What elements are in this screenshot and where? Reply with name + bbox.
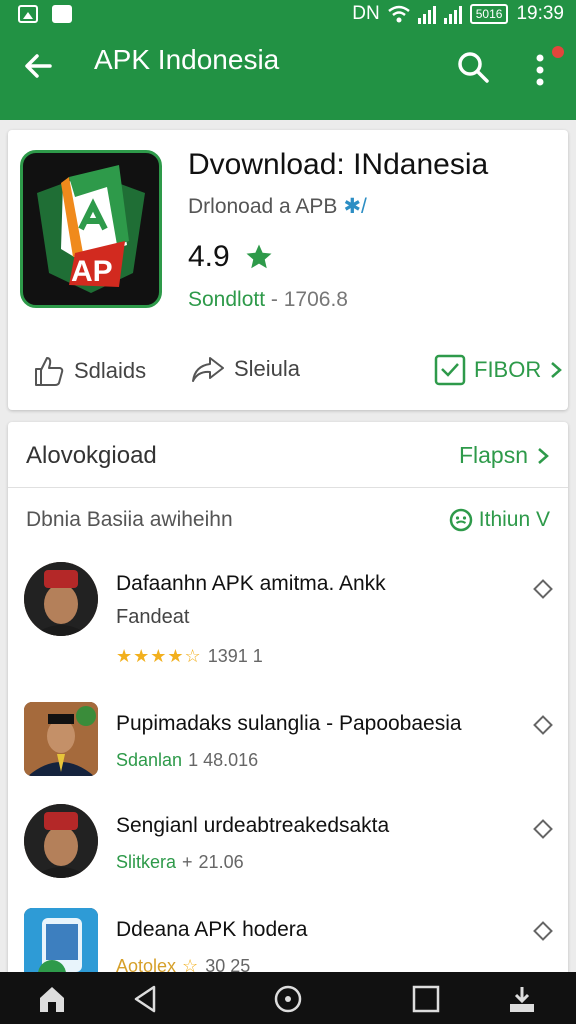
item-meta-plus: + [182, 852, 193, 872]
app-meta-value: - 1706.8 [265, 288, 348, 311]
app-rating: 4.9 [188, 240, 274, 274]
section-more-link[interactable]: Flapsn [459, 442, 550, 469]
wifi-icon [387, 5, 410, 23]
app-developer-suffix: ✱/ [343, 195, 367, 218]
navigation-bar [0, 972, 576, 1024]
back-arrow-icon[interactable] [20, 48, 56, 84]
avatar [24, 562, 98, 636]
app-logo[interactable]: AP [20, 150, 162, 308]
diamond-icon[interactable] [533, 579, 553, 599]
filter-label: Dbnia Basiia awiheihn [26, 508, 233, 531]
svg-text:AP: AP [71, 255, 113, 288]
item-meta-label: Slitkera [116, 852, 177, 872]
item-meta-value: 21.06 [198, 852, 244, 872]
follow-label: FIBOR [474, 357, 542, 382]
download-icon[interactable] [506, 984, 538, 1014]
share-button[interactable]: Sleiula [190, 354, 300, 384]
item-meta: Slitkera + 21.06 [116, 852, 244, 873]
notification-badge [552, 46, 564, 58]
status-bar: DN 5016 19:39 [0, 0, 576, 30]
checkbox-icon [434, 354, 466, 386]
like-label: Sdlaids [74, 358, 147, 383]
app-meta: Sondlott - 1706.8 [188, 288, 348, 312]
gallery-notification-icon [18, 5, 38, 23]
battery-indicator: 5016 [469, 4, 509, 24]
app-name: Dvownload: INdanesia [188, 148, 489, 181]
more-options-icon[interactable] [528, 50, 552, 90]
like-button[interactable]: Sdlaids [32, 354, 146, 388]
rating-value: 4.9 [188, 240, 230, 273]
filter-dropdown[interactable]: Ithiun V [449, 508, 550, 532]
back-triangle-icon[interactable] [130, 984, 162, 1014]
app-details-card: AP Dvownload: INdanesia Drlonoad a APB ✱/… [8, 130, 568, 410]
item-meta: Sdanlan 1 48.016 [116, 750, 258, 771]
item-title: Pupimadaks sulanglia - Papoobaesia [116, 712, 462, 735]
list-item[interactable]: Pupimadaks sulanglia - Papoobaesia Sdanl… [8, 702, 568, 812]
avatar [24, 702, 98, 776]
home-icon[interactable] [36, 984, 68, 1014]
item-title: Sengianl urdeabtreakedsakta [116, 814, 390, 837]
avatar [24, 804, 98, 878]
item-title: Dafaanhn APK amitma. Ankk [116, 572, 386, 595]
list-item[interactable]: Dafaanhn APK amitma. Ankk Fandeat ★★★★☆ … [8, 562, 568, 672]
item-meta: ★★★★☆ 1391 1 [116, 646, 263, 667]
diamond-icon[interactable] [533, 819, 553, 839]
app-developer-name: Drlonoad a APB [188, 195, 338, 218]
recents-square-icon[interactable] [410, 984, 442, 1014]
diamond-icon[interactable] [533, 715, 553, 735]
signal-icon [417, 4, 436, 24]
diamond-icon[interactable] [533, 921, 553, 941]
signal-2-icon [443, 4, 462, 24]
filter-value: Ithiun V [478, 508, 550, 531]
item-meta-label: Sdanlan [116, 750, 183, 770]
emoji-icon [449, 508, 473, 532]
status-time: 19:39 [516, 3, 564, 24]
star-icon [246, 244, 272, 269]
item-title: Ddeana APK hodera [116, 918, 308, 941]
section-more-label: Flapsn [458, 442, 528, 468]
app-developer[interactable]: Drlonoad a APB ✱/ [188, 194, 367, 219]
section-header: Alovokgioad Flapsn [8, 422, 568, 488]
page-title: APK Indonesia [94, 44, 280, 75]
list-item[interactable]: Ddeana APK hodera Aotolex ☆ 30 25 [8, 908, 568, 982]
thumbs-up-icon [35, 357, 64, 386]
avatar [24, 908, 98, 982]
chevron-right-icon [538, 447, 549, 464]
follow-button[interactable]: FIBOR [434, 354, 563, 386]
item-meta-value: 1391 1 [207, 646, 263, 666]
home-circle-icon[interactable] [272, 984, 304, 1014]
chevron-right-icon [551, 362, 563, 378]
share-icon [192, 357, 224, 382]
related-apps-card: Alovokgioad Flapsn Dbnia Basiia awiheihn… [8, 422, 568, 982]
message-notification-icon [52, 5, 72, 23]
star-rating: ★★★★☆ [116, 646, 202, 666]
list-item[interactable]: Sengianl urdeabtreakedsakta Slitkera + 2… [8, 804, 568, 914]
app-meta-label: Sondlott [188, 288, 266, 311]
item-subtitle: Fandeat [116, 606, 190, 628]
share-label: Sleiula [234, 356, 301, 381]
network-indicator: DN [352, 3, 380, 24]
app-bar: DN 5016 19:39 APK Indonesia [0, 0, 576, 120]
section-title: Alovokgioad [26, 442, 157, 469]
search-icon[interactable] [456, 50, 490, 84]
item-meta-value: 1 48.016 [188, 750, 259, 770]
